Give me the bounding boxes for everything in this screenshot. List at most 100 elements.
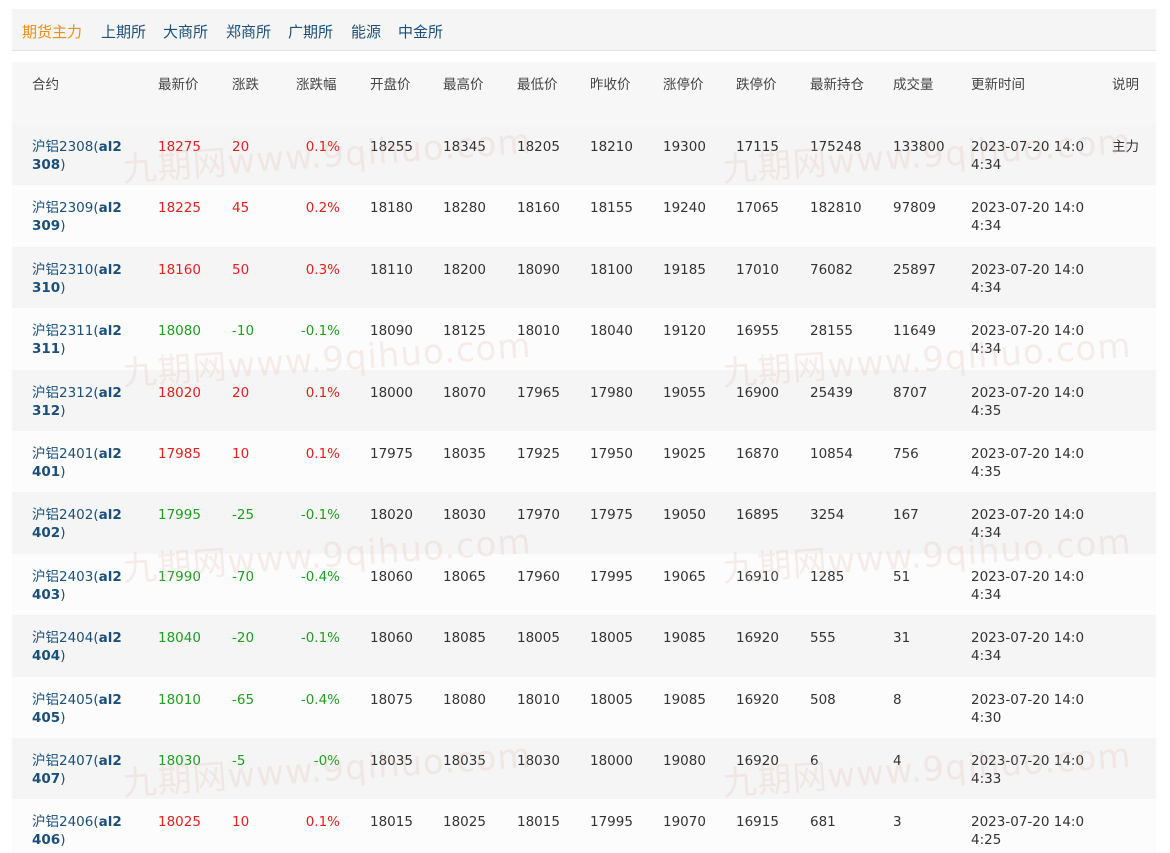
high-cell: 18080 — [443, 691, 486, 708]
prev-close-cell: 18100 — [590, 261, 633, 278]
limit-down-cell: 16900 — [736, 384, 779, 401]
tab-ine[interactable]: 能源 — [351, 21, 381, 42]
last-price-cell: 17990 — [158, 568, 201, 585]
low-cell: 18010 — [517, 323, 560, 340]
contract-link[interactable]: 沪铝2405(al2405) — [32, 692, 122, 726]
low-cell: 18090 — [517, 261, 560, 278]
table-row: 沪铝2310(al2310) 18160 50 0.3% 18110 18200 18090… — [12, 246, 1156, 309]
open-cell: 18090 — [370, 323, 413, 340]
last-price-cell: 18160 — [158, 261, 201, 278]
tab-shfe[interactable]: 上期所 — [101, 21, 146, 42]
last-price-cell: 18225 — [158, 200, 201, 217]
tab-dce[interactable]: 大商所 — [163, 21, 208, 42]
col-prev-close-header: 昨收价 — [590, 77, 631, 93]
low-cell: 17925 — [517, 445, 560, 462]
volume-cell: 8707 — [893, 384, 928, 401]
contract-cell: 沪铝2308(al2308) — [12, 124, 138, 185]
contract-link[interactable]: 沪铝2406(al2406) — [32, 814, 122, 848]
col-contract-header: 合约 — [32, 77, 59, 93]
col-limit-down-header: 跌停价 — [736, 77, 777, 93]
contract-name: 沪铝2311 — [32, 323, 94, 340]
contract-cell: 沪铝2405(al2405) — [12, 677, 138, 738]
col-limit-up-header: 涨停价 — [663, 77, 704, 93]
change-pct-cell: 0.3% — [305, 261, 340, 278]
table-row: 沪铝2401(al2401) 17985 10 0.1% 17975 18035 17925… — [12, 430, 1156, 493]
high-cell: 18280 — [443, 200, 486, 217]
open-interest-cell: 555 — [810, 630, 836, 647]
quotes-table: 合约 最新价 涨跌 涨跌幅 开盘价 最高价 最低价 昨收价 涨停价 跌停价 最新持仓 成交量 更新时间 说… — [12, 62, 1156, 853]
table-body: 沪铝2308(al2308) 18275 20 0.1% 18255 18345 18205… — [12, 124, 1156, 853]
quotes-table-container: 合约 最新价 涨跌 涨跌幅 开盘价 最高价 最低价 昨收价 涨停价 跌停价 最新持仓 成交量 更新时间 说… — [12, 62, 1156, 853]
note-cell — [1092, 308, 1156, 369]
contract-link[interactable]: 沪铝2401(al2401) — [32, 446, 122, 480]
low-cell: 18030 — [517, 752, 560, 769]
volume-cell: 4 — [893, 752, 902, 769]
limit-down-cell: 16920 — [736, 752, 779, 769]
prev-close-cell: 18005 — [590, 630, 633, 647]
volume-cell: 8 — [893, 691, 902, 708]
limit-up-cell: 19055 — [663, 384, 706, 401]
table-row: 沪铝2309(al2309) 18225 45 0.2% 18180 18280 18160… — [12, 185, 1156, 247]
volume-cell: 25897 — [893, 261, 936, 278]
open-interest-cell: 1285 — [810, 568, 845, 585]
limit-up-cell: 19080 — [663, 752, 706, 769]
tab-gfex[interactable]: 广期所 — [288, 21, 333, 42]
limit-down-cell: 17065 — [736, 200, 779, 217]
contract-cell: 沪铝2311(al2311) — [12, 308, 138, 369]
change-pct-cell: -0.1% — [300, 630, 340, 647]
col-last-price-header: 最新价 — [158, 77, 199, 93]
note-cell — [1092, 247, 1156, 308]
tab-cffex[interactable]: 中金所 — [398, 21, 443, 42]
contract-name: 沪铝2308 — [32, 139, 94, 155]
table-row: 沪铝2308(al2308) 18275 20 0.1% 18255 18345 18205… — [12, 124, 1156, 186]
note-cell — [1092, 615, 1156, 676]
contract-link[interactable]: 沪铝2402(al2402) — [32, 507, 122, 541]
contract-cell: 沪铝2401(al2401) — [12, 431, 138, 492]
update-time-cell: 2023-07-20 14:04:34 — [971, 200, 1085, 235]
prev-close-cell: 18210 — [590, 139, 633, 155]
tab-czce[interactable]: 郑商所 — [226, 21, 271, 42]
contract-name: 沪铝2407 — [32, 752, 94, 769]
contract-link[interactable]: 沪铝2311(al2311) — [32, 323, 122, 357]
open-interest-cell: 681 — [810, 814, 836, 831]
change-cell: -10 — [232, 323, 255, 340]
high-cell: 18030 — [443, 507, 486, 524]
note-cell: 主力 — [1112, 139, 1139, 155]
contract-link[interactable]: 沪铝2309(al2309) — [32, 200, 122, 234]
update-time-cell: 2023-07-20 14:04:25 — [971, 814, 1085, 849]
limit-up-cell: 19025 — [663, 445, 706, 462]
contract-cell: 沪铝2404(al2404) — [12, 615, 138, 676]
tab-futures-main[interactable]: 期货主力 — [22, 21, 82, 42]
limit-up-cell: 19085 — [663, 691, 706, 708]
contract-name: 沪铝2312 — [32, 384, 94, 401]
change-pct-cell: -0.1% — [300, 507, 340, 524]
contract-cell: 沪铝2309(al2309) — [12, 185, 138, 246]
contract-name: 沪铝2402 — [32, 507, 94, 524]
open-cell: 18060 — [370, 568, 413, 585]
contract-link[interactable]: 沪铝2407(al2407) — [32, 753, 122, 787]
contract-link[interactable]: 沪铝2404(al2404) — [32, 630, 122, 664]
high-cell: 18025 — [443, 814, 486, 831]
contract-link[interactable]: 沪铝2310(al2310) — [32, 262, 122, 296]
low-cell: 18160 — [517, 200, 560, 217]
high-cell: 18035 — [443, 752, 486, 769]
last-price-cell: 18020 — [158, 384, 201, 401]
contract-name: 沪铝2309 — [32, 200, 94, 217]
prev-close-cell: 18000 — [590, 752, 633, 769]
contract-name: 沪铝2405 — [32, 691, 94, 708]
table-row: 沪铝2312(al2312) 18020 20 0.1% 18000 18070 17965… — [12, 369, 1156, 431]
update-time-cell: 2023-07-20 14:04:34 — [971, 507, 1085, 542]
note-cell — [1092, 677, 1156, 738]
high-cell: 18065 — [443, 568, 486, 585]
last-price-cell: 18030 — [158, 752, 201, 769]
contract-link[interactable]: 沪铝2312(al2312) — [32, 385, 122, 419]
change-cell: -70 — [232, 568, 255, 585]
col-open-interest-header: 最新持仓 — [810, 77, 864, 93]
high-cell: 18070 — [443, 384, 486, 401]
low-cell: 18005 — [517, 630, 560, 647]
limit-down-cell: 16895 — [736, 507, 779, 524]
contract-link[interactable]: 沪铝2403(al2403) — [32, 569, 122, 603]
last-price-cell: 17995 — [158, 507, 201, 524]
contract-link[interactable]: 沪铝2308(al2308) — [32, 139, 122, 173]
limit-down-cell: 17010 — [736, 261, 779, 278]
